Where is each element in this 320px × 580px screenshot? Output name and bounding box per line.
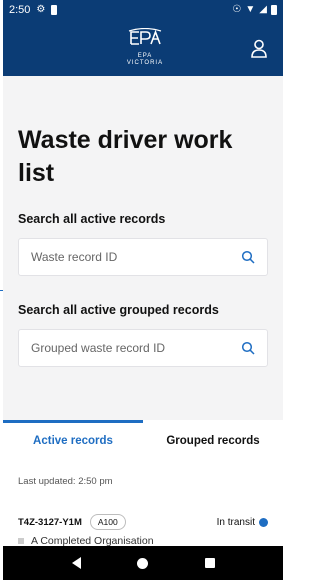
tab-grouped-records[interactable]: Grouped records — [143, 420, 283, 462]
status-time: 2:50 — [9, 4, 31, 16]
status-left: 2:50 ⚙ — [9, 4, 58, 16]
profile-button[interactable] — [249, 38, 269, 58]
record-status-text: In transit — [216, 516, 255, 528]
epa-logo: EPA VICTORIA — [120, 27, 170, 67]
system-nav-bar — [3, 546, 283, 580]
recents-icon — [204, 558, 215, 568]
logo-text-epa: EPA — [137, 53, 153, 59]
last-updated: Last updated: 2:50 pm — [18, 476, 113, 487]
page-title: Waste driver work list — [18, 126, 233, 187]
logo-text-victoria: VICTORIA — [126, 60, 164, 66]
grouped-record-search-input[interactable] — [31, 341, 241, 355]
app-header: EPA VICTORIA — [3, 20, 283, 76]
back-button[interactable] — [67, 554, 85, 572]
app-screen: 2:50 ⚙ ☉ ▼ ◢ EPA VICTORIA Waste driver w… — [3, 0, 283, 580]
status-right: ☉ ▼ ◢ — [232, 5, 277, 15]
search-icon[interactable] — [241, 341, 255, 355]
sd-card-icon — [51, 5, 58, 15]
status-dot-icon — [259, 517, 268, 527]
tab-active-records[interactable]: Active records — [3, 420, 143, 462]
home-button[interactable] — [134, 554, 152, 572]
gear-icon: ⚙ — [36, 4, 46, 15]
location-icon: ☉ — [232, 4, 242, 15]
waste-record-search-input[interactable] — [31, 250, 241, 264]
search-icon[interactable] — [241, 250, 255, 264]
signal-icon: ◢ — [259, 4, 267, 15]
records-tabs: Active records Grouped records — [3, 420, 283, 462]
wifi-icon: ▼ — [245, 4, 256, 15]
organisation-icon — [18, 538, 24, 544]
search-active-label: Search all active records — [18, 212, 166, 226]
search-grouped-label: Search all active grouped records — [18, 303, 219, 317]
status-bar: 2:50 ⚙ ☉ ▼ ◢ — [3, 0, 283, 20]
records-panel: Active records Grouped records Last upda… — [3, 420, 283, 547]
record-status: In transit — [217, 517, 268, 528]
back-icon — [71, 557, 81, 569]
recents-button[interactable] — [201, 554, 219, 572]
record-badge: A100 — [89, 514, 126, 530]
home-icon — [137, 557, 149, 569]
frame-edge-right — [283, 0, 287, 580]
epa-logo-mark-icon — [128, 27, 162, 45]
search-active-box — [18, 238, 268, 276]
battery-icon — [271, 5, 277, 15]
user-icon — [251, 39, 267, 58]
record-row[interactable]: T4Z-3127-Y1M A100 In transit — [18, 512, 268, 532]
search-grouped-box — [18, 329, 268, 367]
record-id: T4Z-3127-Y1M — [18, 516, 82, 528]
